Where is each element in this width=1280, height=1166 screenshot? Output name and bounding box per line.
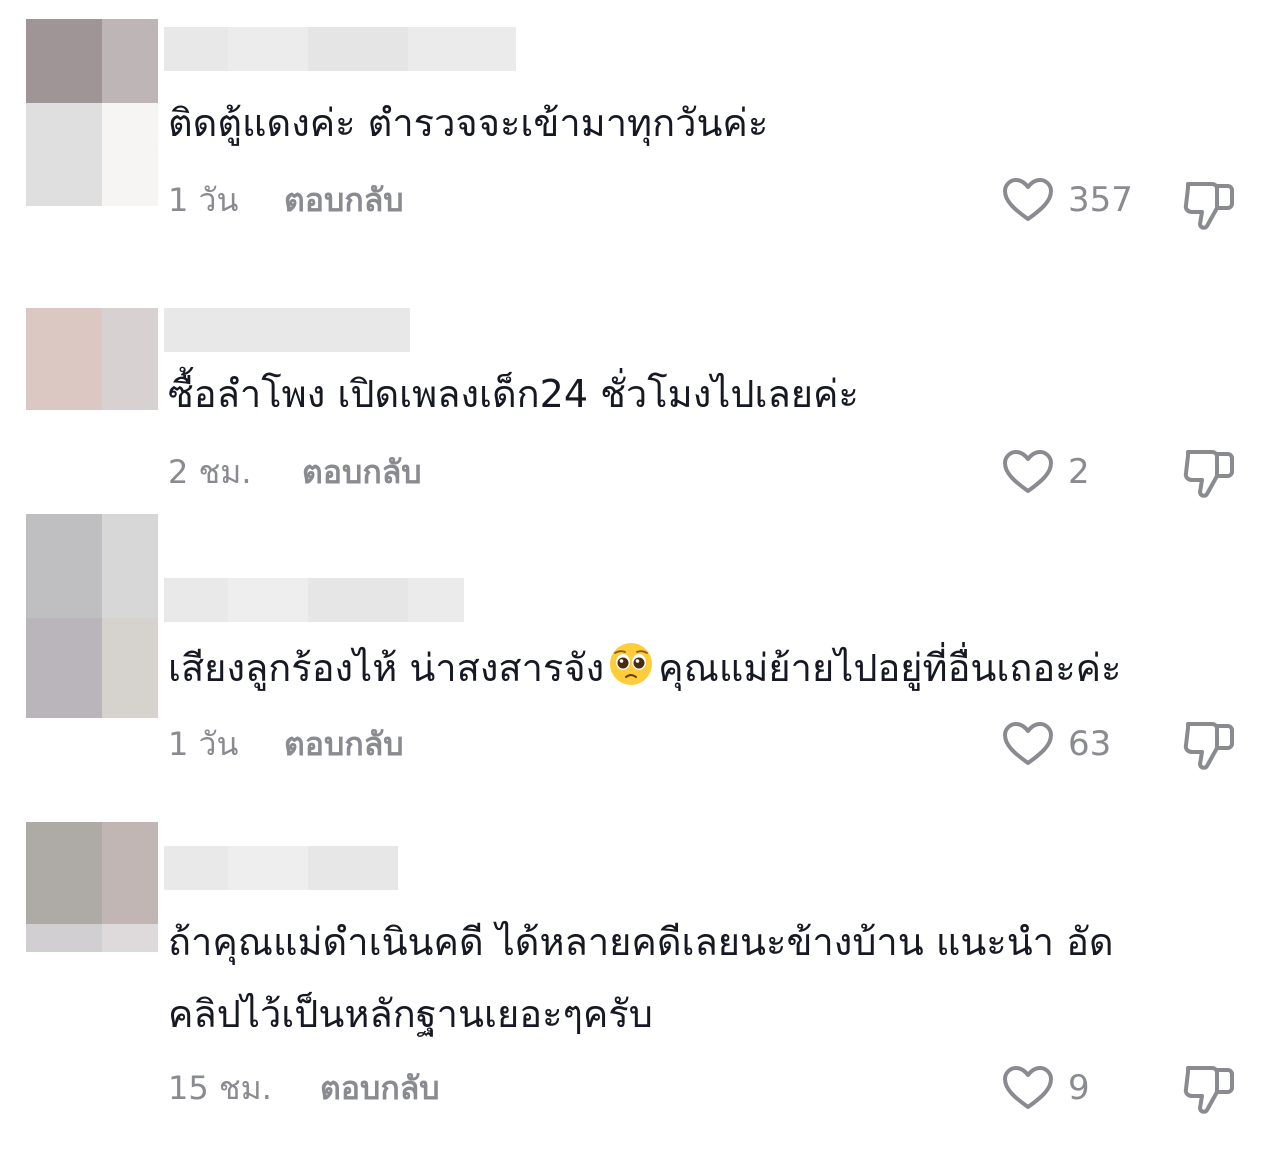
- avatar[interactable]: [26, 308, 158, 410]
- comment-text-line: ถ้าคุณแม่ดำเนินคดี ได้หลายคดีเลยนะข้างบ้…: [168, 920, 1114, 964]
- reply-button[interactable]: ตอบกลับ: [284, 180, 404, 220]
- username[interactable]: [164, 846, 398, 890]
- comment-time: 1 วัน: [168, 181, 239, 219]
- like-count: 357: [1068, 180, 1133, 220]
- thumbs-down-outline-icon[interactable]: [1182, 1060, 1236, 1116]
- like-count: 2: [1068, 452, 1090, 492]
- thumbs-down-outline-icon[interactable]: [1182, 716, 1236, 772]
- username[interactable]: [164, 578, 464, 622]
- heart-outline-icon[interactable]: [1002, 177, 1054, 223]
- comment-text-part: เสียงลูกร้องไห้ น่าสงสารจัง: [168, 646, 605, 690]
- heart-outline-icon[interactable]: [1002, 721, 1054, 767]
- comment-time: 15 ชม.: [168, 1069, 272, 1107]
- heart-outline-icon[interactable]: [1002, 1065, 1054, 1111]
- avatar[interactable]: [26, 822, 158, 952]
- reply-button[interactable]: ตอบกลับ: [302, 452, 422, 492]
- reply-button[interactable]: ตอบกลับ: [284, 724, 404, 764]
- comment-text-line: เสียงลูกร้องไห้ น่าสงสารจัง คุณแม่ย้ายไป…: [168, 632, 1258, 704]
- username[interactable]: [164, 27, 516, 71]
- pleading-face-emoji: [610, 643, 653, 685]
- like-count: 63: [1068, 724, 1112, 764]
- thumbs-down-outline-icon[interactable]: [1182, 444, 1236, 500]
- reply-button[interactable]: ตอบกลับ: [320, 1068, 440, 1108]
- comment-text: ซื้อลำโพง เปิดเพลงเด็ก24 ชั่วโมงไปเลยค่ะ: [168, 358, 1258, 430]
- comment-text-line: ซื้อลำโพง เปิดเพลงเด็ก24 ชั่วโมงไปเลยค่ะ: [168, 372, 859, 416]
- comment-text-line: ติดตู้แดงค่ะ ตำรวจจะเข้ามาทุกวันค่ะ: [168, 101, 769, 145]
- comment-time: 2 ชม.: [168, 453, 252, 491]
- comment-text-part: คุณแม่ย้ายไปอยู่ที่อื่นเถอะค่ะ: [658, 646, 1122, 690]
- username[interactable]: [164, 308, 410, 352]
- like-count: 9: [1068, 1068, 1090, 1108]
- comment-time: 1 วัน: [168, 725, 239, 763]
- comment-text: ถ้าคุณแม่ดำเนินคดี ได้หลายคดีเลยนะข้างบ้…: [168, 906, 1258, 1050]
- heart-outline-icon[interactable]: [1002, 449, 1054, 495]
- comment-text: ติดตู้แดงค่ะ ตำรวจจะเข้ามาทุกวันค่ะ: [168, 87, 1258, 159]
- avatar[interactable]: [26, 514, 158, 718]
- thumbs-down-outline-icon[interactable]: [1182, 176, 1236, 232]
- comment-text-line: คลิปไว้เป็นหลักฐานเยอะๆครับ: [168, 992, 653, 1036]
- comment-text: เสียงลูกร้องไห้ น่าสงสารจัง คุณแม่ย้ายไป…: [168, 632, 1258, 704]
- avatar[interactable]: [26, 19, 158, 206]
